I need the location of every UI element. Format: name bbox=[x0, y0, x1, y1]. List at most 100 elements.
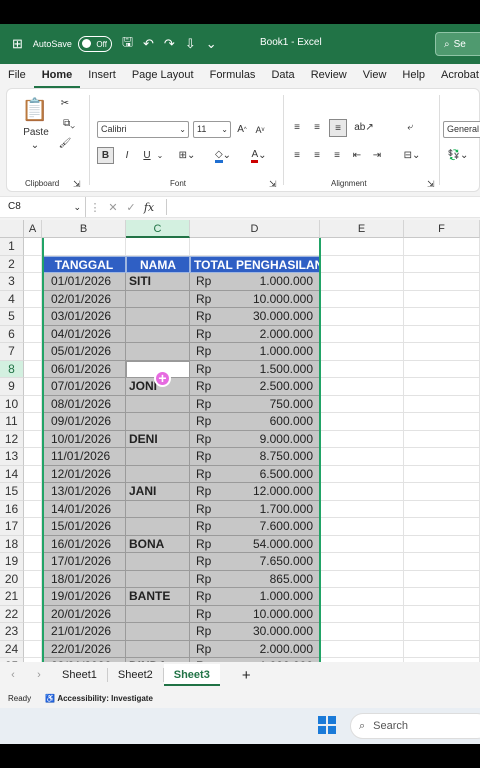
name-cell[interactable] bbox=[126, 308, 190, 326]
taskbar-search[interactable]: ⌕ Search bbox=[350, 713, 480, 739]
borders-icon[interactable]: ⊞⌄ bbox=[175, 147, 199, 164]
date-cell[interactable]: 10/01/2026 bbox=[42, 430, 126, 448]
underline-chevron-icon[interactable]: ⌄ bbox=[155, 147, 165, 164]
row-header-17[interactable]: 17 bbox=[0, 518, 24, 536]
cell[interactable] bbox=[404, 535, 480, 553]
cell[interactable] bbox=[320, 343, 404, 361]
cell[interactable] bbox=[24, 483, 42, 501]
cell[interactable] bbox=[24, 273, 42, 291]
row-header-16[interactable]: 16 bbox=[0, 500, 24, 518]
undo-icon[interactable]: ↶ bbox=[143, 36, 154, 52]
cell[interactable] bbox=[24, 535, 42, 553]
row-header-6[interactable]: 6 bbox=[0, 325, 24, 343]
font-size-dropdown[interactable]: 11 ⌄ bbox=[193, 121, 231, 138]
touch-mode-icon[interactable]: ⇩ bbox=[185, 36, 196, 52]
align-bottom-icon[interactable]: ≡ bbox=[329, 119, 347, 137]
income-cell[interactable]: Rp 1.000.000 bbox=[190, 588, 320, 606]
row-header-2[interactable]: 2 bbox=[0, 255, 24, 273]
cell[interactable] bbox=[320, 395, 404, 413]
cell[interactable] bbox=[404, 325, 480, 343]
income-cell[interactable]: Rp 2.500.000 bbox=[190, 378, 320, 396]
cell[interactable] bbox=[320, 483, 404, 501]
row-header-7[interactable]: 7 bbox=[0, 343, 24, 361]
menu-tab-page-layout[interactable]: Page Layout bbox=[124, 64, 202, 88]
row-header-24[interactable]: 24 bbox=[0, 640, 24, 658]
cell[interactable] bbox=[320, 465, 404, 483]
select-all-corner[interactable] bbox=[0, 220, 24, 238]
cell[interactable] bbox=[24, 500, 42, 518]
column-header-c[interactable]: C bbox=[126, 220, 190, 238]
cell[interactable] bbox=[24, 553, 42, 571]
cell[interactable] bbox=[404, 378, 480, 396]
align-right-icon[interactable]: ≡ bbox=[329, 147, 345, 163]
cell[interactable] bbox=[320, 570, 404, 588]
date-cell[interactable]: 13/01/2026 bbox=[42, 483, 126, 501]
wrap-text-icon[interactable]: ⤶ bbox=[401, 119, 419, 135]
date-cell[interactable]: 22/01/2026 bbox=[42, 640, 126, 658]
cell[interactable] bbox=[320, 308, 404, 326]
enter-icon[interactable]: ✓ bbox=[122, 201, 140, 214]
cell[interactable] bbox=[24, 430, 42, 448]
cell[interactable] bbox=[320, 553, 404, 571]
cell[interactable] bbox=[24, 623, 42, 641]
bold-button[interactable]: B bbox=[97, 147, 114, 164]
name-cell[interactable] bbox=[126, 465, 190, 483]
cell[interactable] bbox=[24, 378, 42, 396]
name-cell[interactable] bbox=[126, 448, 190, 466]
sheet-tab-sheet1[interactable]: Sheet1 bbox=[52, 664, 107, 686]
cell[interactable] bbox=[404, 255, 480, 273]
format-painter-icon[interactable]: 🖌 bbox=[57, 135, 73, 151]
date-cell[interactable]: 19/01/2026 bbox=[42, 588, 126, 606]
cell[interactable] bbox=[404, 308, 480, 326]
income-cell[interactable]: Rp 750.000 bbox=[190, 395, 320, 413]
number-format-dropdown[interactable]: General bbox=[443, 121, 480, 138]
menu-tab-file[interactable]: File bbox=[0, 64, 34, 88]
date-cell[interactable]: 21/01/2026 bbox=[42, 623, 126, 641]
column-header-f[interactable]: F bbox=[404, 220, 480, 238]
row-header-14[interactable]: 14 bbox=[0, 465, 24, 483]
font-color-icon[interactable]: A ⌄ bbox=[245, 147, 273, 164]
row-header-8[interactable]: 8 bbox=[0, 360, 24, 378]
worksheet-grid[interactable]: A B C D E F 1 2 3 4 5 6 7 8 9 10 11 12 13 14 15 16 17 18 19 20 21 2… bbox=[0, 220, 480, 686]
name-cell[interactable] bbox=[126, 395, 190, 413]
income-cell[interactable]: Rp 2.000.000 bbox=[190, 325, 320, 343]
cell[interactable] bbox=[24, 290, 42, 308]
cell[interactable] bbox=[404, 518, 480, 536]
cell[interactable] bbox=[320, 325, 404, 343]
cell[interactable] bbox=[404, 273, 480, 291]
date-cell[interactable]: 12/01/2026 bbox=[42, 465, 126, 483]
menu-tab-formulas[interactable]: Formulas bbox=[202, 64, 264, 88]
date-cell[interactable]: 16/01/2026 bbox=[42, 535, 126, 553]
cell[interactable] bbox=[404, 605, 480, 623]
cell[interactable] bbox=[320, 290, 404, 308]
income-cell[interactable]: Rp 1.500.000 bbox=[190, 360, 320, 378]
income-cell[interactable]: Rp 30.000.000 bbox=[190, 308, 320, 326]
row-header-13[interactable]: 13 bbox=[0, 448, 24, 466]
cell[interactable] bbox=[320, 273, 404, 291]
date-cell[interactable]: 06/01/2026 bbox=[42, 360, 126, 378]
row-header-21[interactable]: 21 bbox=[0, 588, 24, 606]
date-cell[interactable]: 20/01/2026 bbox=[42, 605, 126, 623]
cell[interactable] bbox=[404, 570, 480, 588]
income-cell[interactable]: Rp 865.000 bbox=[190, 570, 320, 588]
row-header-9[interactable]: 9 bbox=[0, 378, 24, 396]
income-cell[interactable]: Rp 10.000.000 bbox=[190, 605, 320, 623]
fill-color-icon[interactable]: ◇ ⌄ bbox=[209, 147, 237, 164]
font-name-dropdown[interactable]: Calibri ⌄ bbox=[97, 121, 189, 138]
paste-button[interactable]: Paste bbox=[21, 125, 51, 139]
row-header-20[interactable]: 20 bbox=[0, 570, 24, 588]
cell[interactable] bbox=[24, 605, 42, 623]
row-header-10[interactable]: 10 bbox=[0, 395, 24, 413]
cancel-icon[interactable]: ✕ bbox=[104, 201, 122, 214]
row-header-19[interactable]: 19 bbox=[0, 553, 24, 571]
income-cell[interactable]: Rp 54.000.000 bbox=[190, 535, 320, 553]
insert-function-icon[interactable]: fx bbox=[140, 201, 158, 214]
cell[interactable] bbox=[24, 308, 42, 326]
cell[interactable] bbox=[320, 588, 404, 606]
name-cell[interactable] bbox=[126, 570, 190, 588]
cell[interactable] bbox=[404, 238, 480, 256]
row-header-22[interactable]: 22 bbox=[0, 605, 24, 623]
date-cell[interactable]: 04/01/2026 bbox=[42, 325, 126, 343]
cell[interactable] bbox=[320, 360, 404, 378]
name-cell[interactable] bbox=[126, 343, 190, 361]
